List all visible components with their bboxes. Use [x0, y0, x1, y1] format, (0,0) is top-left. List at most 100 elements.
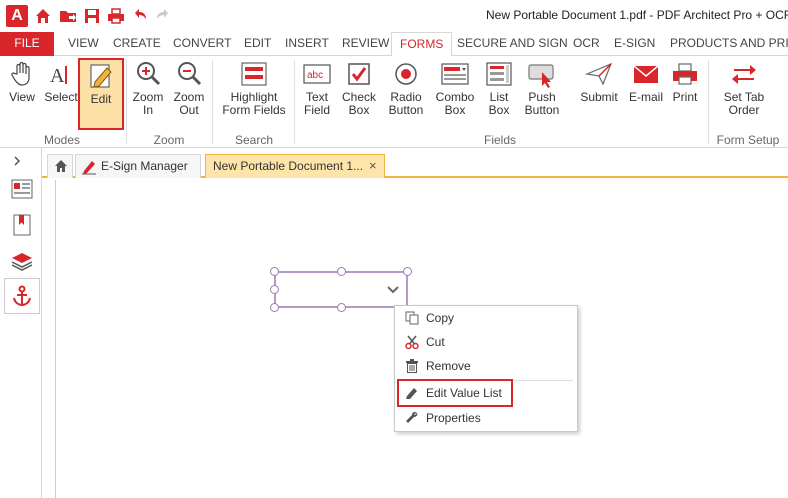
ribbon: View A Select Edit Modes Zoom In Zoom Ou… — [0, 56, 788, 148]
svg-text:abc: abc — [307, 70, 323, 81]
combo-box-label-line2: Box — [444, 103, 466, 117]
resize-handle[interactable] — [403, 267, 412, 276]
tab-ocr[interactable]: OCR — [565, 32, 608, 56]
set-tab-order-button[interactable]: Set Tab Order — [718, 60, 770, 117]
title-bar: A New Portable Document 1.pdf - PDF Arch… — [0, 0, 788, 32]
layers-icon[interactable] — [11, 250, 33, 272]
resize-handle[interactable] — [337, 303, 346, 312]
view-mode-button[interactable]: View — [4, 60, 40, 104]
resize-handle[interactable] — [337, 267, 346, 276]
copy-icon — [405, 311, 419, 325]
edit-mode-label: Edit — [90, 92, 112, 106]
tab-view[interactable]: VIEW — [60, 32, 107, 56]
text-field-label-line2: Field — [303, 103, 330, 117]
resize-handle[interactable] — [270, 303, 279, 312]
push-button-label-line2: Button — [524, 103, 560, 117]
select-text-icon: A — [50, 65, 67, 87]
text-field-button[interactable]: abc Text Field — [299, 60, 335, 117]
thumbnails-icon[interactable] — [11, 178, 33, 200]
highlight-label-line2: Form Fields — [222, 103, 286, 117]
print-form-button[interactable]: Print — [668, 60, 702, 104]
check-box-label-line2: Box — [348, 103, 370, 117]
zoom-out-button[interactable]: Zoom Out — [171, 60, 207, 117]
attachments-panel-button[interactable] — [4, 278, 40, 314]
push-button-icon — [528, 64, 554, 88]
properties-label: Properties — [426, 411, 481, 425]
chevron-down-icon[interactable] — [386, 285, 400, 295]
tab-review[interactable]: REVIEW — [334, 32, 397, 56]
combo-box-label-line1: Combo — [435, 90, 475, 104]
save-icon[interactable] — [83, 7, 101, 25]
edit-form-icon — [90, 64, 112, 88]
tab-convert[interactable]: CONVERT — [165, 32, 239, 56]
undo-icon[interactable] — [131, 7, 149, 25]
tab-edit[interactable]: EDIT — [236, 32, 279, 56]
check-box-button[interactable]: Check Box — [340, 60, 378, 117]
resize-handle[interactable] — [270, 267, 279, 276]
email-label: E-mail — [628, 90, 663, 104]
document-tab[interactable]: New Portable Document 1... × — [205, 154, 385, 178]
zoom-in-label-line1: Zoom — [132, 90, 164, 104]
submit-label: Submit — [580, 90, 618, 104]
window-title: New Portable Document 1.pdf - PDF Archit… — [486, 8, 788, 22]
left-sidebar — [0, 148, 42, 498]
tab-products-and-pricing[interactable]: PRODUCTS AND PRICING — [662, 32, 788, 56]
properties-menu-item[interactable]: Properties — [399, 407, 571, 429]
radio-button-label-line2: Button — [388, 103, 424, 117]
print-label: Print — [672, 90, 698, 104]
push-button-label-line1: Push — [528, 90, 556, 104]
list-box-button[interactable]: List Box — [482, 60, 516, 117]
radio-button-button[interactable]: Radio Button — [384, 60, 428, 117]
zoom-out-label-line2: Out — [179, 103, 199, 117]
open-folder-icon[interactable] — [59, 7, 77, 25]
combo-box-icon — [441, 63, 469, 85]
edit-mode-button[interactable]: Edit — [78, 58, 124, 130]
tab-order-label-line1: Set Tab — [723, 90, 765, 104]
context-menu: Copy Cut Remove Edit Value List Properti… — [394, 305, 578, 432]
home-icon — [55, 160, 67, 172]
list-box-label-line2: Box — [488, 103, 510, 117]
tab-e-sign[interactable]: E-SIGN — [606, 32, 663, 56]
copy-menu-item[interactable]: Copy — [399, 307, 571, 329]
paper-plane-icon — [585, 62, 613, 86]
resize-handle[interactable] — [270, 285, 279, 294]
zoom-in-button[interactable]: Zoom In — [130, 60, 166, 117]
home-icon[interactable] — [34, 7, 52, 25]
tab-order-icon — [732, 65, 756, 84]
tab-file[interactable]: FILE — [0, 32, 54, 56]
remove-menu-item[interactable]: Remove — [399, 355, 571, 377]
redo-icon[interactable] — [154, 7, 172, 25]
bookmarks-icon[interactable] — [11, 214, 33, 236]
signature-pen-icon — [82, 161, 96, 175]
printer-icon — [673, 63, 697, 85]
e-sign-manager-tab[interactable]: E-Sign Manager — [75, 154, 201, 178]
document-tabs: E-Sign Manager New Portable Document 1..… — [42, 148, 788, 178]
envelope-icon — [633, 65, 659, 83]
submit-button[interactable]: Submit — [578, 60, 620, 104]
app-logo[interactable]: A — [6, 5, 28, 27]
modes-group-label: Modes — [43, 133, 81, 147]
close-tab-icon[interactable]: × — [369, 155, 377, 177]
cut-menu-item[interactable]: Cut — [399, 331, 571, 353]
tab-forms[interactable]: FORMS — [391, 32, 453, 57]
tab-insert[interactable]: INSERT — [277, 32, 337, 56]
home-tab[interactable] — [47, 154, 73, 178]
view-mode-label: View — [9, 90, 35, 104]
zoom-in-icon — [137, 62, 161, 86]
ribbon-separator — [294, 60, 295, 144]
edit-value-list-menu-item[interactable]: Edit Value List — [397, 379, 513, 407]
email-button[interactable]: E-mail — [626, 60, 666, 104]
expand-chevron-icon[interactable] — [12, 156, 22, 166]
pencil-icon — [406, 388, 417, 399]
list-box-label-line1: List — [489, 90, 509, 104]
print-icon[interactable] — [107, 7, 125, 25]
tab-create[interactable]: CREATE — [105, 32, 169, 56]
push-button-button[interactable]: Push Button — [521, 60, 563, 117]
check-box-icon — [348, 63, 370, 85]
ribbon-separator — [212, 60, 213, 144]
zoom-out-icon — [178, 62, 202, 86]
select-mode-button[interactable]: A Select — [44, 60, 78, 104]
combo-box-button[interactable]: Combo Box — [434, 60, 476, 117]
highlight-form-fields-button[interactable]: Highlight Form Fields — [220, 60, 288, 117]
tab-secure-and-sign[interactable]: SECURE AND SIGN — [449, 32, 576, 56]
